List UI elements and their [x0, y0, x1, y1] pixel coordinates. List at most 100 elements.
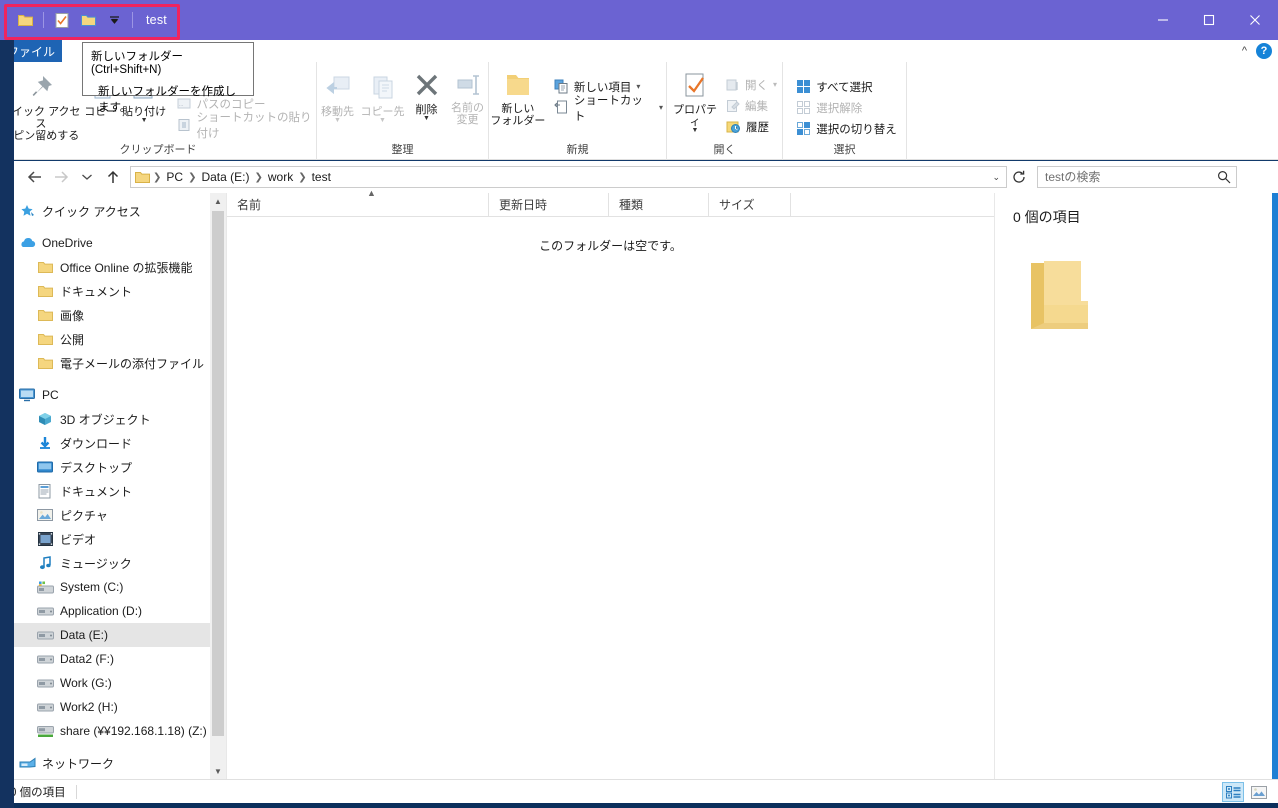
breadcrumb-item-data-e[interactable]: Data (E:) [197, 170, 253, 184]
sidebar-item[interactable]: 公開 [0, 327, 226, 351]
properties-dropdown-caret-icon[interactable]: ▼ [692, 127, 699, 134]
paste-shortcut-button[interactable]: ショートカットの貼り付け [174, 112, 316, 140]
recent-locations-button[interactable] [74, 164, 100, 190]
folder-icon [36, 307, 54, 323]
column-header-type[interactable]: 種類 [609, 192, 709, 217]
view-buttons [1222, 782, 1270, 802]
easy-access-shortcut-button[interactable]: ショートカット ▾ [551, 95, 666, 123]
qat-customize-dropdown-icon[interactable] [101, 7, 127, 33]
copy-to-dropdown-caret-icon[interactable]: ▼ [379, 117, 386, 124]
breadcrumb-bar[interactable]: ❯ PC ❯ Data (E:) ❯ work ❯ test ⌄ [130, 166, 1007, 188]
sidebar-item[interactable]: Data (E:) [0, 623, 226, 647]
sidebar-item[interactable]: ピクチャ [0, 503, 226, 527]
search-input[interactable] [1043, 169, 1217, 185]
edit-button[interactable]: 編集 [723, 95, 780, 116]
sidebar-item[interactable]: Work2 (H:) [0, 695, 226, 719]
up-button[interactable] [100, 164, 126, 190]
properties-button[interactable]: プロパティ ▼ [669, 68, 721, 134]
system-drive-icon [36, 579, 54, 595]
navigation-pane[interactable]: クイック アクセス OneDrive Office Online の拡張機能 ドキュメ… [0, 193, 226, 779]
shortcut-caret-icon[interactable]: ▾ [659, 103, 663, 112]
nav-scroll-thumb[interactable] [212, 211, 224, 736]
select-all-button[interactable]: すべて選択 [793, 76, 900, 97]
sidebar-item[interactable]: クイック アクセス [0, 199, 226, 223]
move-to-button[interactable]: 移動先 ▼ [317, 68, 359, 124]
sidebar-item[interactable]: ネットワーク [0, 751, 226, 775]
new-small-buttons: 新しい項目 ▾ ショートカット ▾ [551, 68, 666, 123]
breadcrumb: ❯ PC ❯ Data (E:) ❯ work ❯ test [152, 170, 992, 184]
minimize-button[interactable] [1140, 0, 1186, 40]
delete-button[interactable]: 削除 ▼ [407, 68, 447, 122]
forward-button[interactable] [48, 164, 74, 190]
sidebar-item[interactable]: 電子メールの添付ファイル [0, 351, 226, 375]
copy-to-button[interactable]: コピー先 ▼ [359, 68, 407, 124]
star-pin-icon [18, 203, 36, 219]
help-icon[interactable]: ? [1256, 43, 1272, 59]
search-icon[interactable] [1217, 170, 1231, 184]
sidebar-item[interactable]: 画像 [0, 303, 226, 327]
navigation-scrollbar[interactable]: ▲ ▼ [210, 193, 226, 779]
details-view-button[interactable] [1222, 782, 1244, 802]
refresh-button[interactable] [1007, 166, 1031, 188]
paste-dropdown-caret-icon[interactable]: ▼ [141, 117, 148, 124]
sidebar-item[interactable]: ドキュメント [0, 279, 226, 303]
sidebar-item[interactable]: OneDrive [0, 231, 226, 255]
column-header-date[interactable]: 更新日時 [489, 192, 609, 217]
delete-dropdown-caret-icon[interactable]: ▼ [423, 115, 430, 122]
sidebar-item[interactable]: share (¥¥192.168.1.18) (Z:) [0, 719, 226, 743]
large-icons-view-button[interactable] [1248, 782, 1270, 802]
sidebar-item-label: ドキュメント [60, 484, 133, 499]
breadcrumb-item-pc[interactable]: PC [162, 170, 187, 184]
move-to-dropdown-caret-icon[interactable]: ▼ [334, 117, 341, 124]
new-item-caret-icon[interactable]: ▾ [636, 82, 640, 91]
sidebar-item[interactable]: ミュージック [0, 551, 226, 575]
sidebar-item[interactable]: Office Online の拡張機能 [0, 255, 226, 279]
sidebar-item[interactable]: ダウンロード [0, 431, 226, 455]
breadcrumb-sep-1[interactable]: ❯ [187, 172, 197, 183]
address-dropdown-icon[interactable]: ⌄ [992, 172, 1002, 183]
search-box[interactable] [1037, 166, 1237, 188]
new-folder-button[interactable]: 新しい フォルダー [489, 68, 547, 127]
breadcrumb-sep-3[interactable]: ❯ [297, 172, 307, 183]
sidebar-item-label: System (C:) [60, 580, 124, 594]
sidebar-item[interactable]: Data2 (F:) [0, 647, 226, 671]
column-header-name[interactable]: 名前 ▲ [227, 188, 489, 217]
network-icon [18, 755, 36, 771]
sidebar-item-label: Application (D:) [60, 604, 143, 618]
details-pane-title: 0 個の項目 [1013, 209, 1081, 225]
qat-folder-icon[interactable] [12, 7, 38, 33]
column-header-size-label: サイズ [719, 198, 755, 212]
download-arrow-icon [36, 435, 54, 451]
breadcrumb-item-work[interactable]: work [264, 170, 297, 184]
drive-icon [36, 651, 54, 667]
qat-new-folder-check-icon[interactable] [49, 7, 75, 33]
close-button[interactable] [1232, 0, 1278, 40]
file-list-pane[interactable]: 名前 ▲ 更新日時 種類 サイズ このフォルダーは空です。 [226, 188, 994, 779]
breadcrumb-item-test[interactable]: test [308, 170, 335, 184]
qat-properties-folder-icon[interactable] [75, 7, 101, 33]
sidebar-item[interactable]: System (C:) [0, 575, 226, 599]
nav-scroll-up-icon[interactable]: ▲ [210, 193, 226, 209]
history-button[interactable]: 履歴 [723, 116, 780, 137]
sidebar-item[interactable]: 3D オブジェクト [0, 407, 226, 431]
drive-icon [36, 675, 54, 691]
sidebar-item[interactable]: デスクトップ [0, 455, 226, 479]
back-button[interactable] [22, 164, 48, 190]
select-all-icon [796, 79, 811, 94]
sidebar-item[interactable]: ビデオ [0, 527, 226, 551]
sidebar-item[interactable]: ドキュメント [0, 479, 226, 503]
rename-button[interactable]: 名前の 変更 [447, 68, 489, 126]
open-caret-icon[interactable]: ▾ [773, 80, 777, 89]
sidebar-item[interactable]: PC [0, 383, 226, 407]
breadcrumb-sep-2[interactable]: ❯ [253, 172, 263, 183]
sidebar-item[interactable]: Work (G:) [0, 671, 226, 695]
select-none-button[interactable]: 選択解除 [793, 97, 900, 118]
invert-selection-button[interactable]: 選択の切り替え [793, 118, 900, 139]
collapse-ribbon-icon[interactable]: ^ [1242, 45, 1247, 57]
column-header-size[interactable]: サイズ [709, 192, 791, 217]
maximize-button[interactable] [1186, 0, 1232, 40]
column-headers: 名前 ▲ 更新日時 種類 サイズ [227, 188, 994, 217]
sidebar-item[interactable]: Application (D:) [0, 599, 226, 623]
nav-scroll-down-icon[interactable]: ▼ [210, 763, 226, 779]
open-button[interactable]: 開く ▾ [723, 74, 780, 95]
